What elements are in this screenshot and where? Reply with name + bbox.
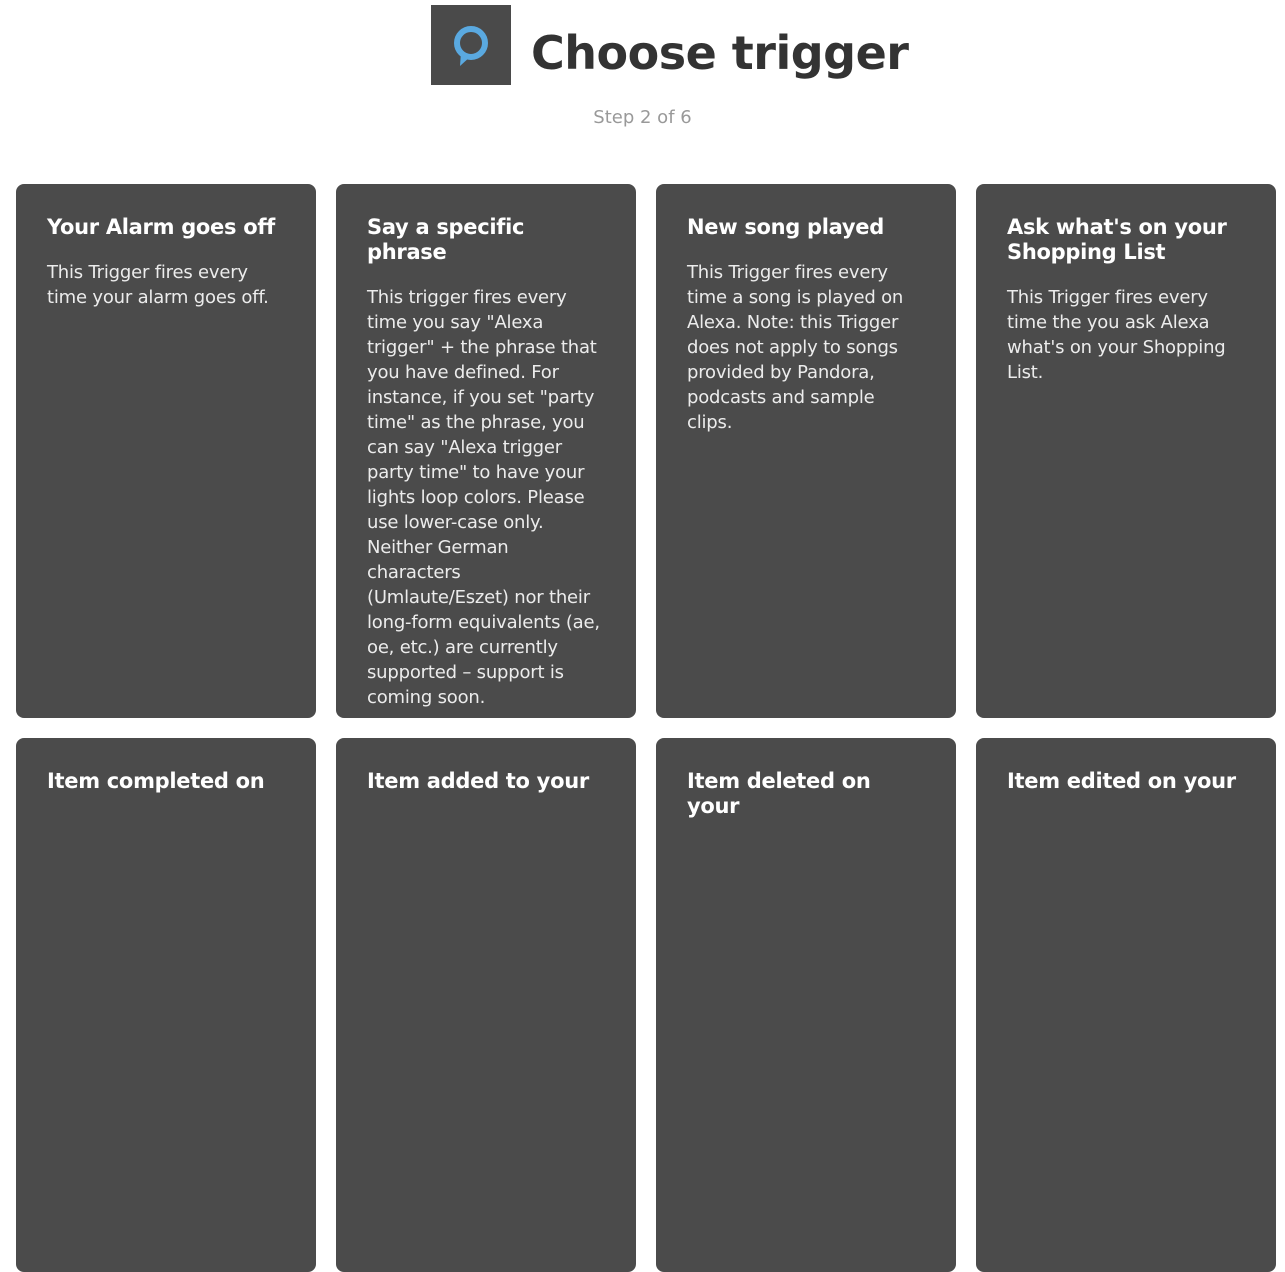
trigger-card-say-specific-phrase[interactable]: Say a specific phrase This trigger fires…: [336, 184, 636, 718]
trigger-card-item-added[interactable]: Item added to your: [336, 738, 636, 1272]
trigger-description: This Trigger fires every time the you as…: [1007, 287, 1226, 383]
trigger-title: Ask what's on your Shopping List: [1007, 215, 1227, 264]
trigger-title: Item completed on: [47, 769, 265, 793]
trigger-card-item-deleted[interactable]: Item deleted on your: [656, 738, 956, 1272]
trigger-card-new-song-played[interactable]: New song played This Trigger fires every…: [656, 184, 956, 718]
alexa-icon: [454, 26, 488, 66]
alexa-service-logo: [431, 5, 511, 85]
trigger-description: This Trigger fires every time your alarm…: [47, 262, 269, 308]
trigger-title: Your Alarm goes off: [47, 215, 276, 239]
trigger-card-item-completed[interactable]: Item completed on: [16, 738, 316, 1272]
trigger-title: Item added to your: [367, 769, 589, 793]
trigger-description: This Trigger fires every time a song is …: [687, 262, 904, 433]
trigger-title: Say a specific phrase: [367, 215, 525, 264]
step-indicator: Step 2 of 6: [593, 107, 692, 128]
trigger-title: New song played: [687, 215, 884, 239]
trigger-title: Item edited on your: [1007, 769, 1236, 793]
trigger-card-alarm-goes-off[interactable]: Your Alarm goes off This Trigger fires e…: [16, 184, 316, 718]
trigger-description: This trigger fires every time you say "A…: [367, 287, 600, 708]
trigger-title: Item deleted on your: [687, 769, 871, 818]
trigger-card-item-edited[interactable]: Item edited on your: [976, 738, 1276, 1272]
page-title: Choose trigger: [531, 26, 909, 80]
page-header: Choose trigger Step 2 of 6: [0, 0, 1285, 150]
trigger-card-ask-shopping-list[interactable]: Ask what's on your Shopping List This Tr…: [976, 184, 1276, 718]
trigger-grid: Your Alarm goes off This Trigger fires e…: [16, 184, 1276, 1272]
